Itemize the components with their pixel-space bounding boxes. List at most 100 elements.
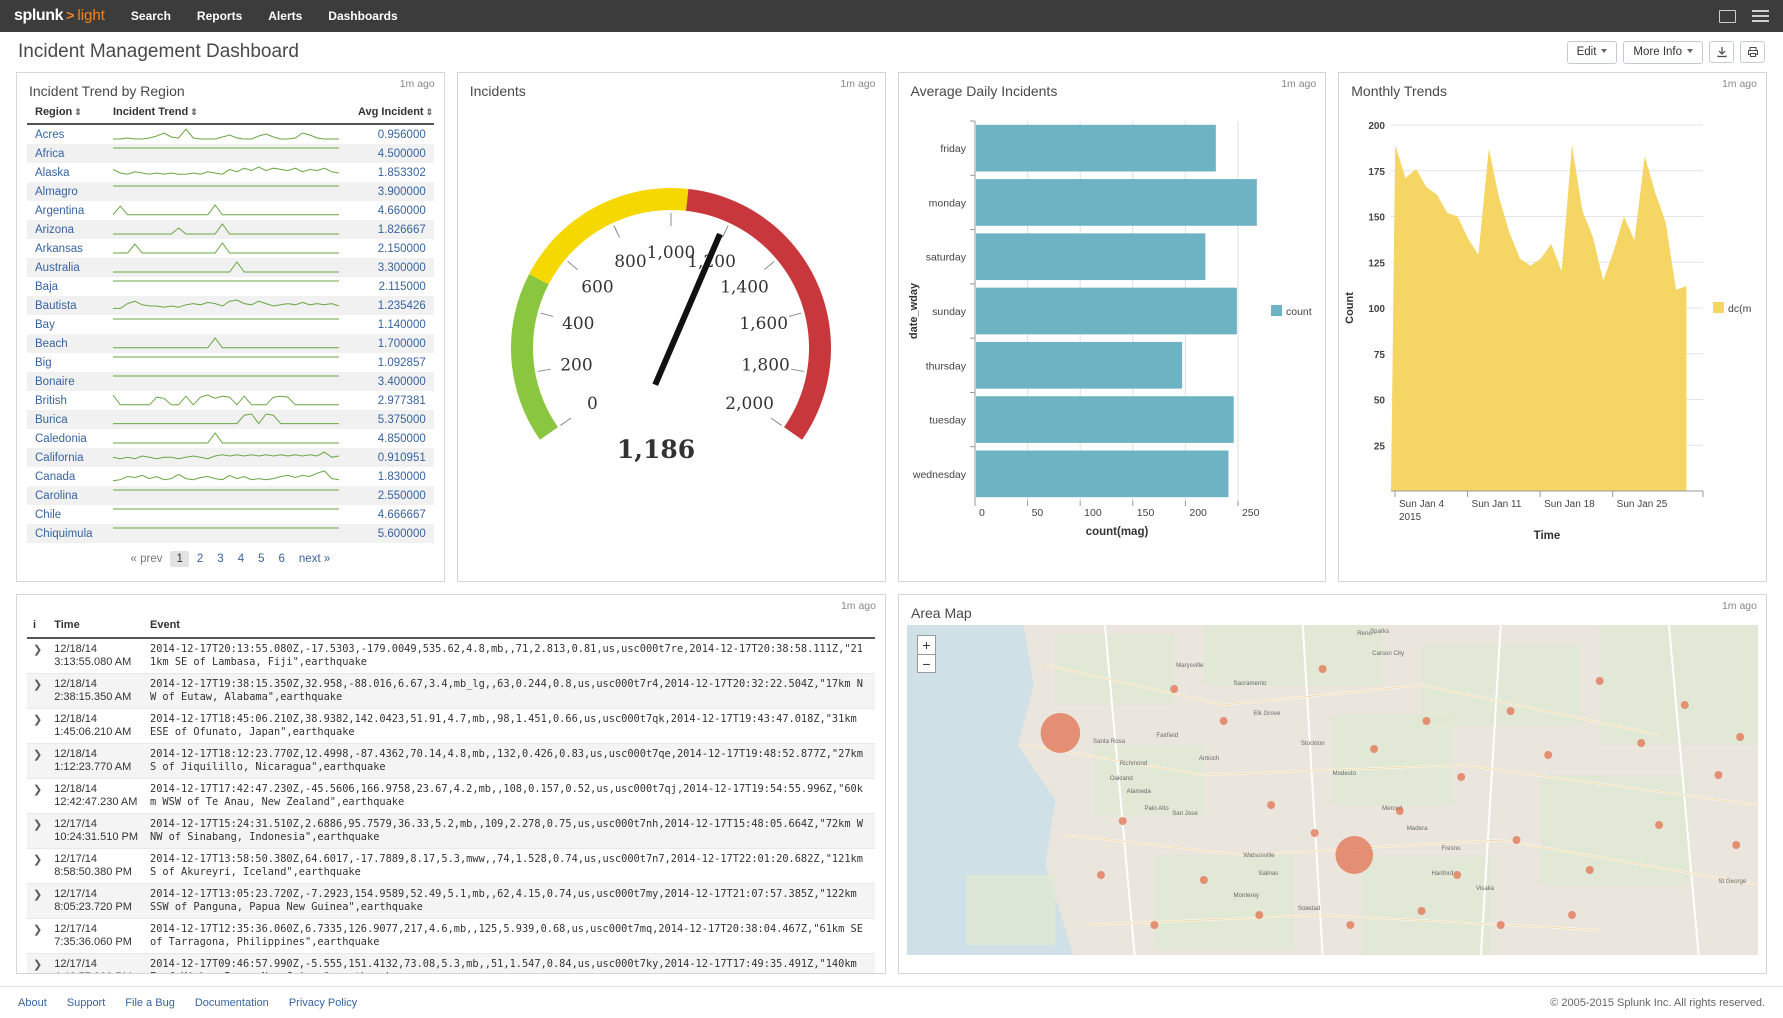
cell-event-raw[interactable]: 2014-12-17T15:24:31.510Z,2.6886,95.7579,…	[144, 814, 875, 849]
avg-incident-link[interactable]: 3.900000	[378, 186, 426, 198]
region-link[interactable]: Bautista	[35, 300, 77, 312]
avg-incident-link[interactable]: 4.666667	[378, 509, 426, 521]
nav-item-dashboards[interactable]: Dashboards	[328, 9, 397, 23]
map-incident-marker[interactable]	[1507, 707, 1515, 715]
map-incident-marker[interactable]	[1568, 911, 1576, 919]
map-canvas[interactable]: + − Santa RosaFairfieldMarysvilleSacrame…	[907, 625, 1758, 955]
avg-incident-link[interactable]: 1.092857	[378, 357, 426, 369]
trend-pagination-page-6[interactable]: 6	[273, 551, 291, 567]
expand-row-icon[interactable]: ❯	[27, 779, 48, 814]
region-link[interactable]: California	[35, 452, 84, 464]
map-incident-marker[interactable]	[1041, 713, 1081, 753]
map-incident-marker[interactable]	[1637, 739, 1645, 747]
avg-incident-link[interactable]: 5.375000	[378, 414, 426, 426]
avg-incident-link[interactable]: 4.500000	[378, 148, 426, 160]
col-header-incident-trend[interactable]: Incident Trend⇕	[105, 103, 350, 124]
expand-row-icon[interactable]: ❯	[27, 954, 48, 975]
footer-link-file-a-bug[interactable]: File a Bug	[125, 997, 175, 1009]
bar[interactable]	[976, 451, 1228, 498]
avg-incident-link[interactable]: 4.660000	[378, 205, 426, 217]
avg-incident-link[interactable]: 0.956000	[378, 129, 426, 141]
col-header-region[interactable]: Region⇕	[27, 103, 105, 124]
more-info-button[interactable]: More Info	[1623, 41, 1703, 64]
expand-row-icon[interactable]: ❯	[27, 674, 48, 709]
export-button[interactable]	[1709, 41, 1734, 63]
map-incident-marker[interactable]	[1736, 733, 1744, 741]
cell-event-raw[interactable]: 2014-12-17T20:13:55.080Z,-17.5303,-179.0…	[144, 638, 875, 674]
region-link[interactable]: Bay	[35, 319, 55, 331]
cell-event-raw[interactable]: 2014-12-17T17:42:47.230Z,-45.5606,166.97…	[144, 779, 875, 814]
map-incident-marker[interactable]	[1513, 836, 1521, 844]
nav-item-search[interactable]: Search	[131, 9, 171, 23]
map-incident-marker[interactable]	[1714, 771, 1722, 779]
region-link[interactable]: Acres	[35, 129, 64, 141]
avg-incident-link[interactable]: 5.600000	[378, 528, 426, 540]
map-incident-marker[interactable]	[1596, 677, 1604, 685]
avg-incident-link[interactable]: 2.550000	[378, 490, 426, 502]
avg-incident-link[interactable]: 1.700000	[378, 338, 426, 350]
map-incident-marker[interactable]	[1586, 866, 1594, 874]
bar[interactable]	[976, 288, 1237, 335]
map-incident-marker[interactable]	[1544, 751, 1552, 759]
col-header-avg-incident[interactable]: Avg Incident⇕	[350, 103, 434, 124]
col-header-time[interactable]: Time	[48, 615, 144, 638]
avg-incident-link[interactable]: 1.853302	[378, 167, 426, 179]
map-zoom-in-button[interactable]: +	[917, 635, 936, 654]
edit-button[interactable]: Edit	[1567, 41, 1618, 64]
bar[interactable]	[976, 342, 1182, 389]
map-incident-marker[interactable]	[1346, 921, 1354, 929]
bar[interactable]	[976, 233, 1205, 280]
region-link[interactable]: Chile	[35, 509, 61, 521]
map-incident-marker[interactable]	[1255, 911, 1263, 919]
map-incident-marker[interactable]	[1200, 876, 1208, 884]
region-link[interactable]: Canada	[35, 471, 75, 483]
map-incident-marker[interactable]	[1732, 841, 1740, 849]
map-incident-marker[interactable]	[1497, 921, 1505, 929]
region-link[interactable]: Carolina	[35, 490, 78, 502]
avg-incident-link[interactable]: 1.235426	[378, 300, 426, 312]
region-link[interactable]: Bonaire	[35, 376, 75, 388]
region-link[interactable]: Baja	[35, 281, 58, 293]
expand-row-icon[interactable]: ❯	[27, 744, 48, 779]
avg-incident-link[interactable]: 1.826667	[378, 224, 426, 236]
cell-event-raw[interactable]: 2014-12-17T18:12:23.770Z,12.4998,-87.436…	[144, 744, 875, 779]
area-series[interactable]	[1391, 145, 1686, 491]
avg-incident-link[interactable]: 2.115000	[379, 281, 426, 293]
cell-event-raw[interactable]: 2014-12-17T12:35:36.060Z,6.7335,126.9077…	[144, 919, 875, 954]
map-incident-marker[interactable]	[1220, 717, 1228, 725]
print-button[interactable]	[1740, 41, 1765, 63]
expand-row-icon[interactable]: ❯	[27, 638, 48, 674]
region-link[interactable]: Australia	[35, 262, 80, 274]
region-link[interactable]: Big	[35, 357, 52, 369]
footer-link-documentation[interactable]: Documentation	[195, 997, 269, 1009]
cell-event-raw[interactable]: 2014-12-17T13:58:50.380Z,64.6017,-17.788…	[144, 849, 875, 884]
footer-link-privacy-policy[interactable]: Privacy Policy	[289, 997, 357, 1009]
avg-incident-link[interactable]: 1.830000	[378, 471, 426, 483]
map-incident-marker[interactable]	[1370, 745, 1378, 753]
map-incident-marker[interactable]	[1335, 836, 1373, 874]
expand-row-icon[interactable]: ❯	[27, 919, 48, 954]
cell-event-raw[interactable]: 2014-12-17T19:38:15.350Z,32.958,-88.016,…	[144, 674, 875, 709]
region-link[interactable]: British	[35, 395, 67, 407]
map-incident-marker[interactable]	[1319, 665, 1327, 673]
nav-item-alerts[interactable]: Alerts	[268, 9, 302, 23]
bar[interactable]	[976, 396, 1234, 443]
map-incident-marker[interactable]	[1150, 921, 1158, 929]
region-link[interactable]: Alaska	[35, 167, 70, 179]
map-incident-marker[interactable]	[1267, 801, 1275, 809]
col-header-event[interactable]: Event	[144, 615, 875, 638]
avg-incident-link[interactable]: 3.400000	[378, 376, 426, 388]
map-incident-marker[interactable]	[1655, 821, 1663, 829]
trend-pagination-page-5[interactable]: 5	[252, 551, 270, 567]
region-link[interactable]: Africa	[35, 148, 64, 160]
nav-item-reports[interactable]: Reports	[197, 9, 242, 23]
splunk-logo[interactable]: splunk > light	[14, 7, 105, 25]
expand-row-icon[interactable]: ❯	[27, 884, 48, 919]
expand-row-icon[interactable]: ❯	[27, 814, 48, 849]
map-incident-marker[interactable]	[1681, 701, 1689, 709]
footer-link-about[interactable]: About	[18, 997, 47, 1009]
trend-pagination-prev[interactable]: « prev	[125, 551, 169, 567]
trend-pagination-page-3[interactable]: 3	[211, 551, 229, 567]
map-incident-marker[interactable]	[1097, 871, 1105, 879]
cell-event-raw[interactable]: 2014-12-17T18:45:06.210Z,38.9382,142.042…	[144, 709, 875, 744]
